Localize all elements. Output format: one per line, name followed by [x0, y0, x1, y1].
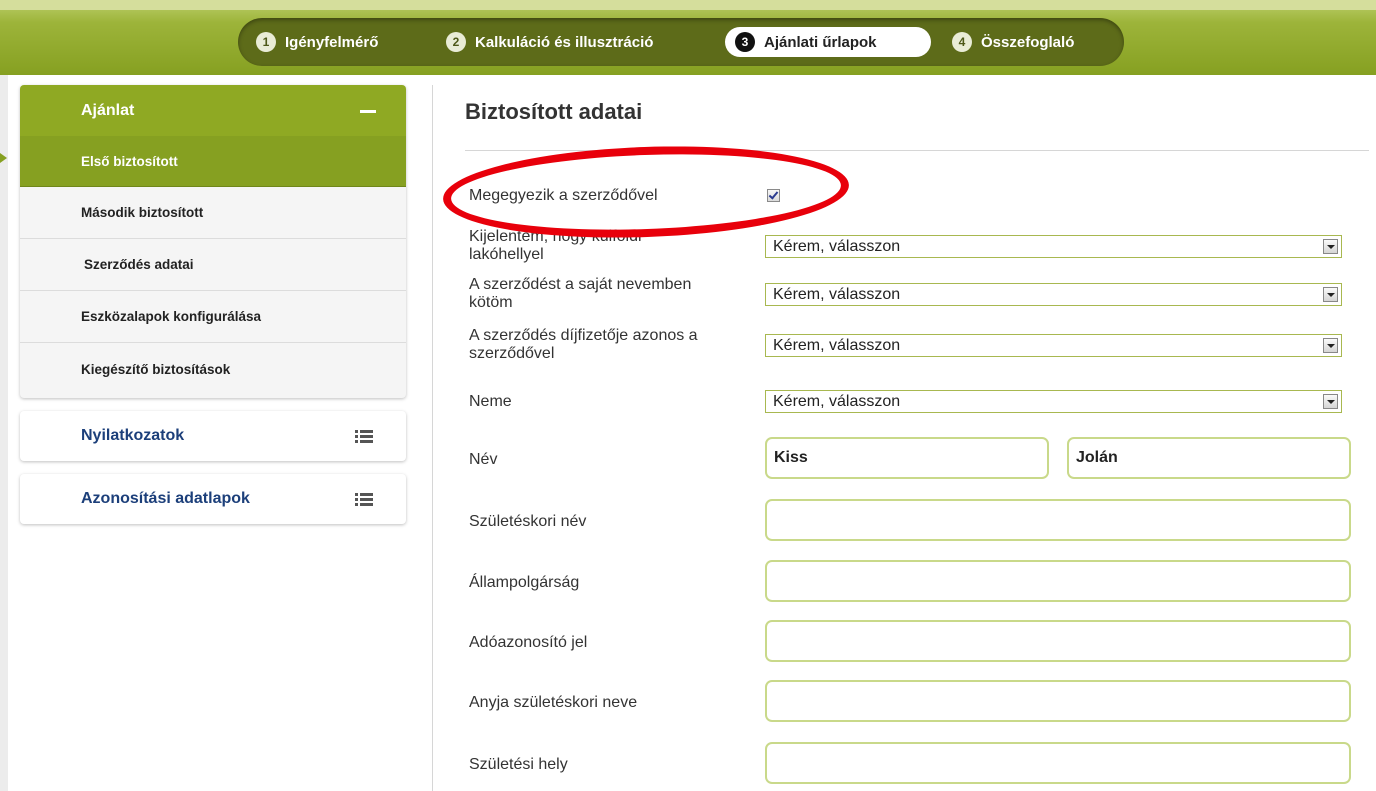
vertical-divider [432, 85, 433, 791]
step-label: Ajánlati űrlapok [764, 33, 877, 51]
page-title: Biztosított adatai [465, 99, 643, 124]
birth-name-label: Születéskori név [469, 513, 587, 530]
annotation-ellipse [441, 139, 851, 245]
own-name-label: A szerződést a saját nevemben kötöm [469, 276, 692, 311]
sidebar-item-kiegeszito[interactable]: Kiegészítő biztosítások [20, 343, 406, 395]
tax-id-label: Adóazonosító jel [469, 634, 588, 651]
sidebar-item-elso-biztositott[interactable]: Első biztosított [20, 136, 406, 187]
foreign-residence-select[interactable]: Kérem, válasszon [765, 235, 1342, 258]
wizard-step-3[interactable]: 3 Ajánlati űrlapok [725, 27, 931, 57]
pointer-arrow-icon [0, 153, 7, 163]
wizard-step-4[interactable]: 4 Összefoglaló [942, 27, 1084, 57]
list-icon [355, 493, 373, 507]
sidebar-panel-ajanlat: Ajánlat Első biztosított Második biztosí… [20, 85, 406, 398]
sidebar-card-nyilatkozatok[interactable]: Nyilatkozatok [20, 411, 406, 461]
gender-label: Neme [469, 393, 512, 410]
step-number: 3 [735, 32, 755, 52]
step-number: 1 [256, 32, 276, 52]
sidebar-card-label: Nyilatkozatok [81, 427, 185, 444]
mother-name-input[interactable] [765, 680, 1351, 722]
top-banner-highlight [0, 0, 1376, 10]
gender-select[interactable]: Kérem, válasszon [765, 390, 1342, 413]
left-edge-strip [0, 75, 8, 791]
dropdown-arrow-icon[interactable] [1323, 239, 1338, 254]
step-number: 2 [446, 32, 466, 52]
sidebar-item-szerzodes-adatai[interactable]: Szerződés adatai [20, 239, 406, 291]
mother-name-label: Anyja születéskori neve [469, 694, 638, 711]
dropdown-arrow-icon[interactable] [1323, 338, 1338, 353]
select-value: Kérem, válasszon [773, 286, 901, 303]
citizenship-label: Állampolgárság [469, 574, 580, 591]
sidebar-card-azonositasi[interactable]: Azonosítási adatlapok [20, 474, 406, 524]
wizard-steps: 1 Igényfelmérő 2 Kalkuláció és illusztrá… [238, 18, 1124, 66]
wizard-step-1[interactable]: 1 Igényfelmérő [246, 27, 388, 57]
list-icon [355, 430, 373, 444]
birth-place-input[interactable] [765, 742, 1351, 784]
sidebar-card-label: Azonosítási adatlapok [81, 490, 250, 507]
own-name-select[interactable]: Kérem, válasszon [765, 283, 1342, 306]
sidebar-item-eszkozalapok[interactable]: Eszközalapok konfigurálása [20, 291, 406, 343]
sidebar-item-label: Eszközalapok konfigurálása [81, 309, 262, 324]
dropdown-arrow-icon[interactable] [1323, 394, 1338, 409]
citizenship-input[interactable] [765, 560, 1351, 602]
step-label: Kalkuláció és illusztráció [475, 33, 654, 51]
birth-place-label: Születési hely [469, 756, 568, 773]
select-value: Kérem, válasszon [773, 337, 901, 354]
select-value: Kérem, válasszon [773, 393, 901, 410]
sidebar-item-label: Első biztosított [81, 153, 178, 169]
step-label: Igényfelmérő [285, 33, 379, 51]
sidebar-item-masodik-biztositott[interactable]: Második biztosított [20, 187, 406, 239]
birth-name-input[interactable] [765, 499, 1351, 541]
wizard-step-2[interactable]: 2 Kalkuláció és illusztráció [436, 27, 663, 57]
payer-same-select[interactable]: Kérem, válasszon [765, 334, 1342, 357]
sidebar-item-label: Második biztosított [81, 205, 204, 220]
last-name-input[interactable]: Kiss [765, 437, 1049, 479]
payer-same-label: A szerződés díjfizetője azonos a szerződ… [469, 327, 698, 362]
tax-id-input[interactable] [765, 620, 1351, 662]
step-number: 4 [952, 32, 972, 52]
dropdown-arrow-icon[interactable] [1323, 287, 1338, 302]
name-label: Név [469, 451, 498, 468]
sidebar-item-label: Szerződés adatai [84, 257, 194, 272]
sidebar-item-label: Kiegészítő biztosítások [81, 361, 231, 377]
first-name-input[interactable]: Jolán [1067, 437, 1351, 479]
step-label: Összefoglaló [981, 33, 1075, 51]
sidebar-section-title: Ajánlat [81, 101, 135, 119]
collapse-minus-icon[interactable] [360, 110, 376, 113]
sidebar-section-header[interactable]: Ajánlat [20, 85, 406, 136]
select-value: Kérem, válasszon [773, 238, 901, 255]
